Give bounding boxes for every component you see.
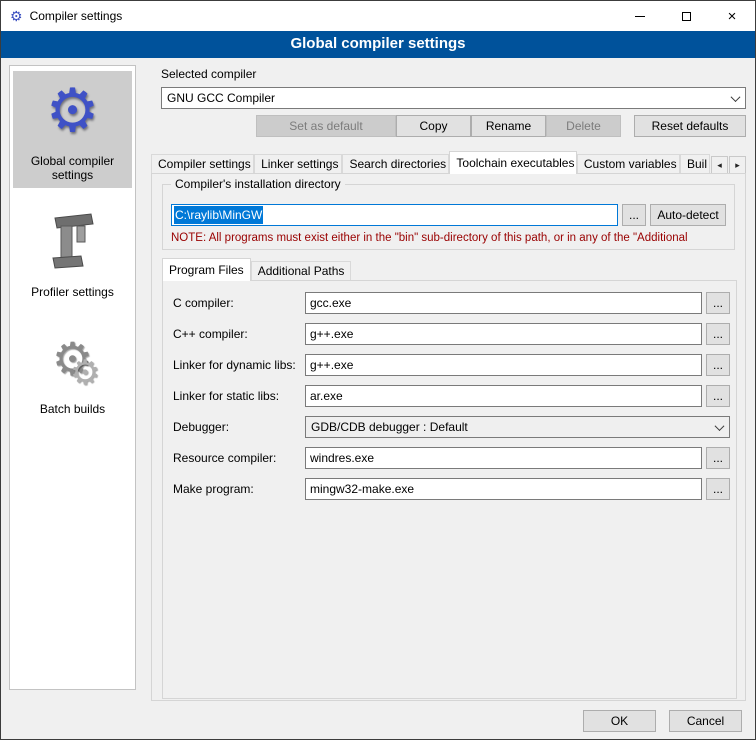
- cpp-compiler-label: C++ compiler:: [173, 327, 305, 341]
- resource-compiler-browse-button[interactable]: ...: [706, 447, 730, 469]
- tab-scroll-arrows: ◂ ▸: [710, 156, 746, 174]
- c-compiler-label: C compiler:: [173, 296, 305, 310]
- selected-compiler-value: GNU GCC Compiler: [167, 91, 275, 105]
- tab-search-directories[interactable]: Search directories: [342, 154, 449, 174]
- dynamic-linker-browse-button[interactable]: ...: [706, 354, 730, 376]
- selected-compiler-dropdown[interactable]: GNU GCC Compiler: [161, 87, 746, 109]
- debugger-dropdown[interactable]: GDB/CDB debugger : Default: [305, 416, 730, 438]
- settings-sidebar: ⚙ Global compiler settings Profiler sett…: [9, 65, 136, 690]
- global-compiler-gear-icon: ⚙: [15, 76, 130, 146]
- tab-build-options[interactable]: Buil: [680, 154, 710, 174]
- set-as-default-button[interactable]: Set as default: [256, 115, 396, 137]
- static-linker-label: Linker for static libs:: [173, 389, 305, 403]
- tab-compiler-settings[interactable]: Compiler settings: [151, 154, 254, 174]
- delete-button[interactable]: Delete: [546, 115, 621, 137]
- selected-compiler-label: Selected compiler: [161, 67, 256, 81]
- browse-directory-button[interactable]: ...: [622, 204, 646, 226]
- dynamic-linker-label: Linker for dynamic libs:: [173, 358, 305, 372]
- arrow-right-icon: ▸: [735, 160, 740, 171]
- resource-compiler-input[interactable]: [305, 447, 702, 469]
- maximize-icon: [682, 12, 691, 21]
- chevron-down-icon: [731, 92, 741, 102]
- debugger-value: GDB/CDB debugger : Default: [311, 420, 468, 434]
- copy-button[interactable]: Copy: [396, 115, 471, 137]
- installation-note: NOTE: All programs must exist either in …: [171, 232, 732, 244]
- c-compiler-row: C compiler: ...: [173, 292, 730, 314]
- resource-compiler-label: Resource compiler:: [173, 451, 305, 465]
- dynamic-linker-row: Linker for dynamic libs: ...: [173, 354, 730, 376]
- arrow-left-icon: ◂: [717, 160, 722, 171]
- close-icon: ×: [728, 9, 737, 24]
- auto-detect-button[interactable]: Auto-detect: [650, 204, 726, 226]
- installation-directory-input[interactable]: C:\raylib\MinGW: [171, 204, 618, 226]
- tab-program-files[interactable]: Program Files: [162, 258, 251, 281]
- sidebar-item-profiler-settings[interactable]: Profiler settings: [13, 202, 132, 305]
- c-compiler-input[interactable]: [305, 292, 702, 314]
- sidebar-item-batch-builds[interactable]: ⚙⚙ Batch builds: [13, 319, 132, 422]
- static-linker-input[interactable]: [305, 385, 702, 407]
- reset-defaults-button[interactable]: Reset defaults: [634, 115, 746, 137]
- tab-scroll-right-button[interactable]: ▸: [729, 156, 746, 174]
- ok-button[interactable]: OK: [583, 710, 656, 732]
- app-icon: ⚙: [10, 9, 23, 23]
- make-program-browse-button[interactable]: ...: [706, 478, 730, 500]
- cancel-button[interactable]: Cancel: [669, 710, 742, 732]
- debugger-row: Debugger: GDB/CDB debugger : Default: [173, 416, 730, 438]
- batch-builds-gears-icon: ⚙⚙: [15, 324, 130, 394]
- tab-toolchain-executables[interactable]: Toolchain executables: [449, 151, 576, 174]
- maximize-button[interactable]: [663, 1, 709, 31]
- chevron-down-icon: [715, 421, 725, 431]
- static-linker-browse-button[interactable]: ...: [706, 385, 730, 407]
- compiler-settings-dialog: ⚙ Compiler settings × Global compiler se…: [0, 0, 756, 740]
- make-program-input[interactable]: [305, 478, 702, 500]
- minimize-icon: [635, 16, 645, 17]
- installation-directory-row: C:\raylib\MinGW ... Auto-detect: [171, 204, 726, 226]
- make-program-label: Make program:: [173, 482, 305, 496]
- dialog-header: Global compiler settings: [1, 31, 755, 58]
- resource-compiler-row: Resource compiler: ...: [173, 447, 730, 469]
- installation-directory-group-title: Compiler's installation directory: [171, 177, 345, 191]
- minimize-button[interactable]: [617, 1, 663, 31]
- program-files-panel: C compiler: ... C++ compiler: ... Linker…: [162, 280, 737, 699]
- titlebar: ⚙ Compiler settings ×: [1, 1, 755, 31]
- main-panel: Selected compiler GNU GCC Compiler Set a…: [146, 63, 749, 740]
- cpp-compiler-browse-button[interactable]: ...: [706, 323, 730, 345]
- window-title: Compiler settings: [30, 9, 123, 23]
- rename-button[interactable]: Rename: [471, 115, 546, 137]
- compiler-actions: Set as default Copy Rename Delete Reset …: [146, 115, 749, 137]
- window-controls: ×: [617, 1, 755, 31]
- sidebar-item-global-compiler-settings[interactable]: ⚙ Global compiler settings: [13, 71, 132, 188]
- close-button[interactable]: ×: [709, 1, 755, 31]
- installation-directory-value: C:\raylib\MinGW: [174, 206, 263, 224]
- program-files-tabstrip: Program Files Additional Paths: [162, 258, 735, 281]
- tab-custom-variables[interactable]: Custom variables: [577, 154, 680, 174]
- toolchain-executables-panel: Compiler's installation directory C:\ray…: [151, 173, 746, 701]
- settings-tabstrip: Compiler settings Linker settings Search…: [151, 151, 746, 174]
- tab-additional-paths[interactable]: Additional Paths: [251, 261, 352, 281]
- sidebar-item-label: Global compiler settings: [15, 154, 130, 182]
- profiler-tool-icon: [15, 207, 130, 277]
- cpp-compiler-row: C++ compiler: ...: [173, 323, 730, 345]
- c-compiler-browse-button[interactable]: ...: [706, 292, 730, 314]
- make-program-row: Make program: ...: [173, 478, 730, 500]
- cpp-compiler-input[interactable]: [305, 323, 702, 345]
- dynamic-linker-input[interactable]: [305, 354, 702, 376]
- sidebar-item-label: Profiler settings: [15, 285, 130, 299]
- debugger-label: Debugger:: [173, 420, 305, 434]
- static-linker-row: Linker for static libs: ...: [173, 385, 730, 407]
- sidebar-item-label: Batch builds: [15, 402, 130, 416]
- installation-directory-group: Compiler's installation directory C:\ray…: [162, 184, 735, 250]
- tab-linker-settings[interactable]: Linker settings: [254, 154, 342, 174]
- tab-scroll-left-button[interactable]: ◂: [711, 156, 728, 174]
